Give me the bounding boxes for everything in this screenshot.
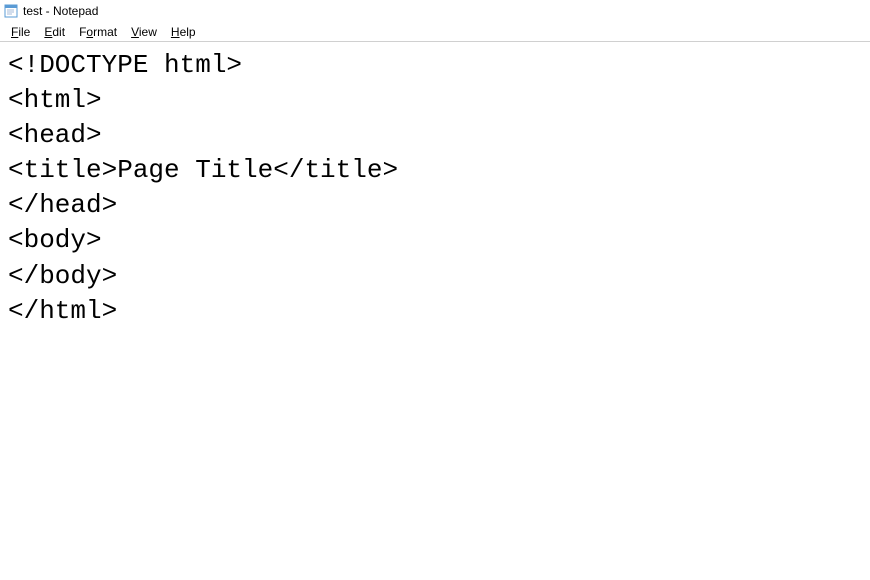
menu-file-rest: ile <box>18 25 30 39</box>
menu-file[interactable]: File <box>4 23 37 41</box>
notepad-icon <box>4 4 18 18</box>
menu-format-rest2: rmat <box>93 25 117 39</box>
menu-format[interactable]: Format <box>72 23 124 41</box>
menu-bar: File Edit Format View Help <box>0 22 870 42</box>
window-title: test - Notepad <box>23 4 98 18</box>
menu-help-rest: elp <box>180 25 196 39</box>
text-editor[interactable]: <!DOCTYPE html> <html> <head> <title>Pag… <box>0 42 870 580</box>
title-bar: test - Notepad <box>0 0 870 22</box>
menu-edit[interactable]: Edit <box>37 23 72 41</box>
menu-help[interactable]: Help <box>164 23 203 41</box>
menu-view-rest: iew <box>139 25 157 39</box>
menu-edit-rest: dit <box>52 25 65 39</box>
editor-content: <!DOCTYPE html> <html> <head> <title>Pag… <box>8 50 398 326</box>
menu-view[interactable]: View <box>124 23 164 41</box>
